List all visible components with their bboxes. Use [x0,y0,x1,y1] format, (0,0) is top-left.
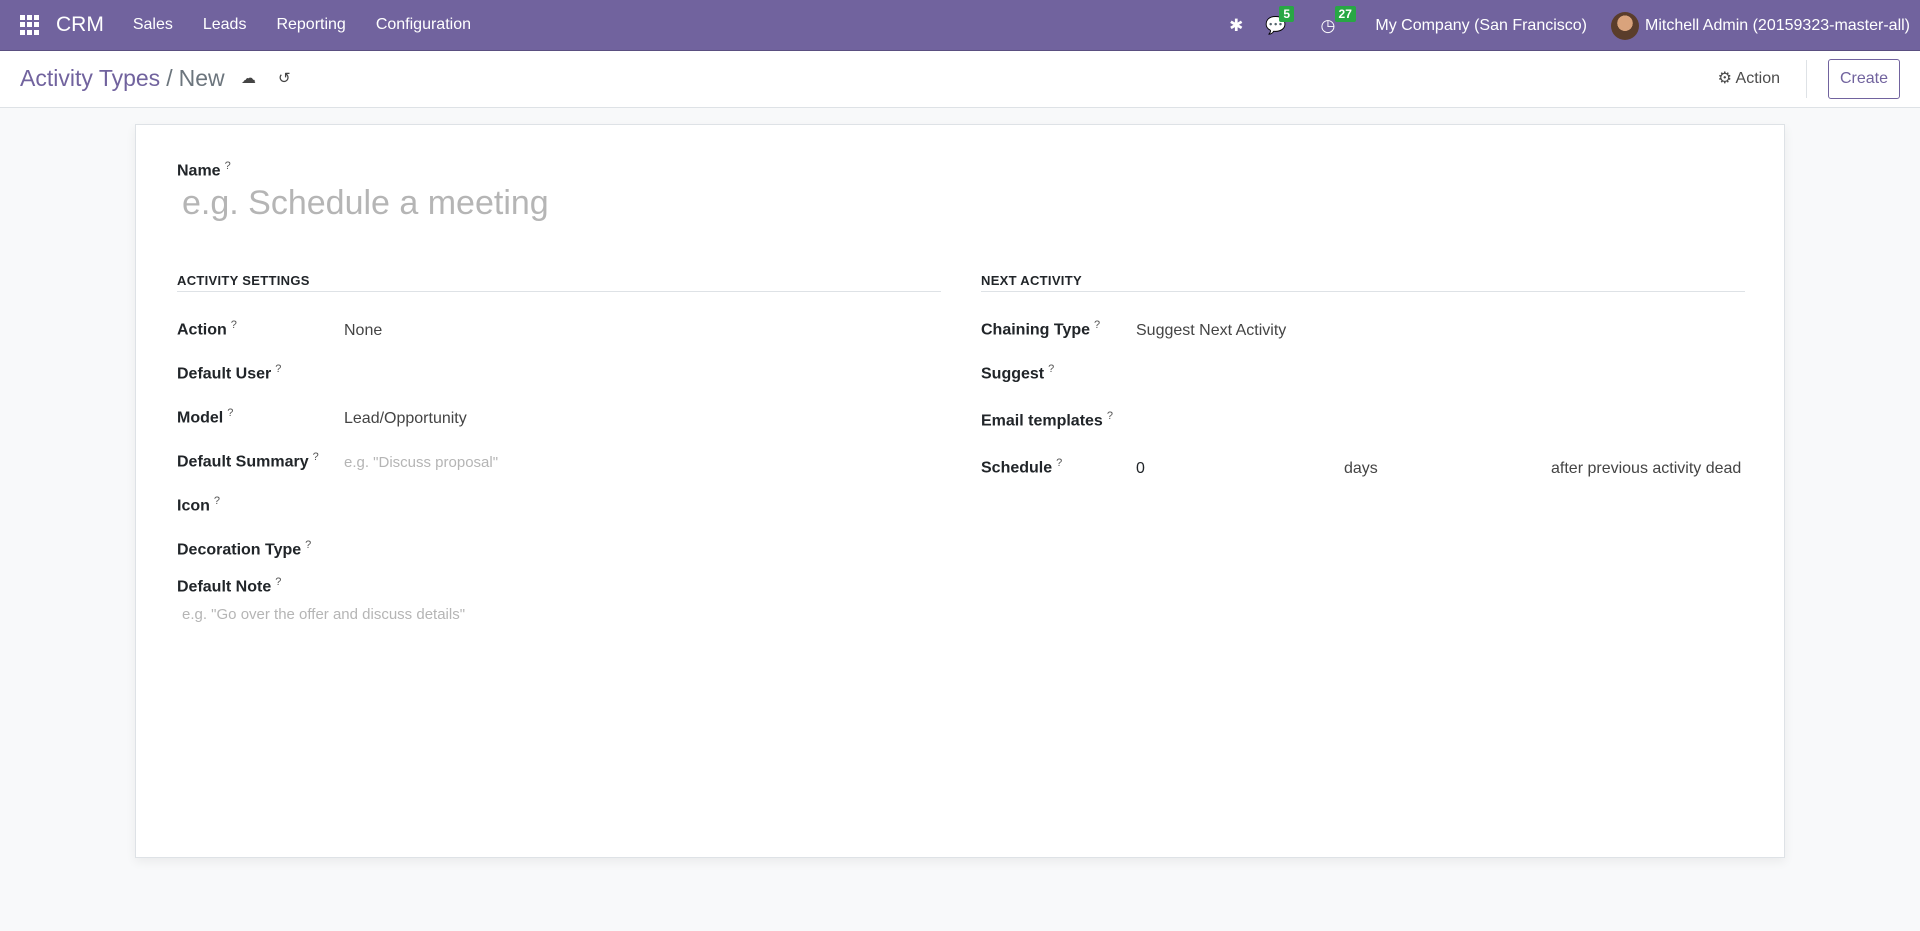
next-activity-header: NEXT ACTIVITY [981,273,1745,292]
default-summary-label: Default Summary? [177,451,319,471]
company-switcher[interactable]: My Company (San Francisco) [1375,17,1587,35]
messages-icon[interactable]: 💬 5 [1265,5,1295,36]
messages-badge: 5 [1279,5,1295,22]
form-sheet: Name? e.g. Schedule a meeting ACTIVITY S… [135,124,1785,858]
gear-icon: ⚙ [1717,70,1732,87]
menu-sales[interactable]: Sales [118,16,188,34]
name-input[interactable]: e.g. Schedule a meeting [182,184,549,223]
schedule-from-select[interactable]: after previous activity dead [1551,460,1741,478]
decoration-type-label: Decoration Type? [177,539,312,559]
debug-bug-icon[interactable]: ✱ [1229,16,1243,36]
suggest-label: Suggest? [981,363,1055,383]
decoration-type-select[interactable] [344,537,864,561]
default-note-editor[interactable]: e.g. "Go over the offer and discuss deta… [182,606,465,623]
divider [1806,60,1807,98]
activity-settings-header: ACTIVITY SETTINGS [177,273,941,292]
email-templates-input[interactable] [1136,408,1736,432]
breadcrumb-current: New [178,65,225,91]
email-templates-label: Email templates? [981,410,1113,430]
name-label: Name? [177,160,231,180]
action-menu-button[interactable]: ⚙ Action [1718,68,1780,88]
breadcrumb: Activity Types / New [20,65,225,92]
schedule-delay-input[interactable]: 0 [1136,460,1145,478]
model-label: Model? [177,407,234,427]
discard-undo-icon[interactable]: ↺ [278,69,291,87]
apps-menu-icon[interactable] [20,15,40,35]
breadcrumb-separator: / [166,65,173,91]
save-cloud-icon[interactable]: ☁ [241,69,256,87]
default-user-input[interactable] [344,361,864,385]
default-user-label: Default User? [177,363,282,383]
icon-input[interactable] [344,493,864,517]
schedule-label: Schedule? [981,457,1063,477]
chaining-type-label: Chaining Type? [981,319,1101,339]
app-name[interactable]: CRM [56,13,104,37]
action-select[interactable]: None [344,322,382,340]
schedule-unit-select[interactable]: days [1344,460,1378,478]
control-panel: Activity Types / New ☁ ↺ ⚙ Action Create [0,51,1920,108]
icon-label: Icon? [177,495,221,515]
model-select[interactable]: Lead/Opportunity [344,410,467,428]
user-menu[interactable]: Mitchell Admin (20159323-master-all) [1645,17,1910,35]
action-label: Action [1735,70,1780,87]
create-button[interactable]: Create [1828,59,1900,99]
action-label: Action? [177,319,237,339]
breadcrumb-activity-types[interactable]: Activity Types [20,65,160,91]
suggest-input[interactable] [1136,361,1736,385]
default-summary-input[interactable]: e.g. "Discuss proposal" [344,454,498,471]
chaining-type-select[interactable]: Suggest Next Activity [1136,322,1286,340]
top-navbar: CRM Sales Leads Reporting Configuration … [0,0,1920,51]
menu-configuration[interactable]: Configuration [361,16,486,34]
user-avatar[interactable] [1611,11,1639,40]
activities-clock-icon[interactable]: ◷ 27 [1321,5,1356,36]
activities-badge: 27 [1334,5,1356,22]
menu-reporting[interactable]: Reporting [261,16,360,34]
default-note-label: Default Note? [177,576,282,596]
menu-leads[interactable]: Leads [188,16,262,34]
